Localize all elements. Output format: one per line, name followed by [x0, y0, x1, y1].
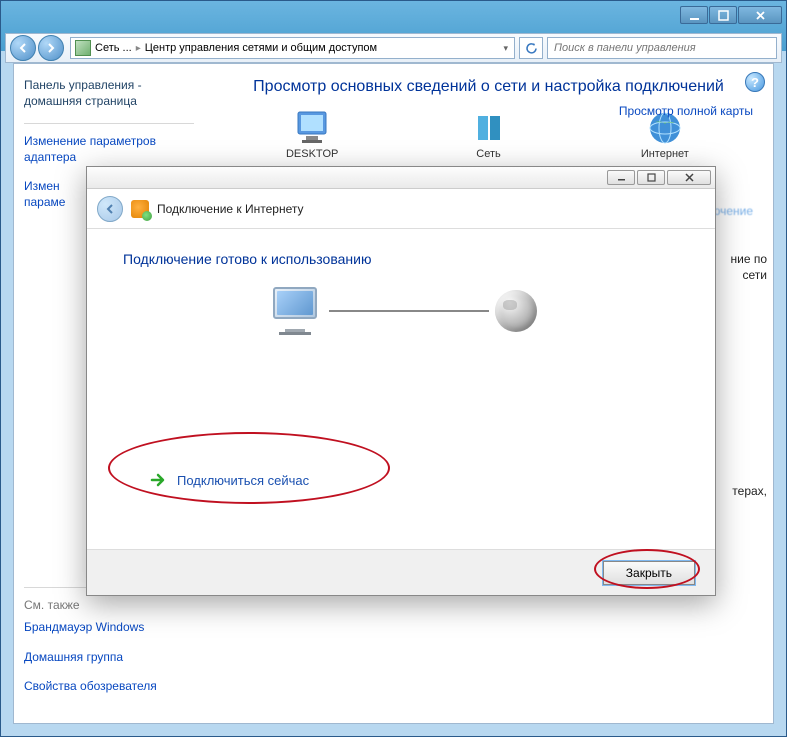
close-window-button[interactable] — [738, 6, 782, 24]
refresh-button[interactable] — [519, 37, 543, 59]
connect-now-link[interactable]: Подключиться сейчас — [143, 465, 679, 495]
address-bar: Сеть ... ▸ Центр управления сетями и общ… — [5, 33, 782, 63]
dialog-maximize-button[interactable] — [637, 170, 665, 185]
sidebar-adapter-link[interactable]: Изменение параметров адаптера — [24, 134, 194, 165]
dialog-header: Подключение к Интернету — [87, 189, 715, 229]
connection-wizard-dialog: Подключение к Интернету Подключение гото… — [86, 166, 716, 596]
dialog-back-button[interactable] — [97, 196, 123, 222]
breadcrumb[interactable]: Сеть ... ▸ Центр управления сетями и общ… — [70, 37, 515, 59]
connect-now-label: Подключиться сейчас — [177, 473, 309, 488]
dialog-minimize-button[interactable] — [607, 170, 635, 185]
connector-line — [329, 310, 489, 312]
breadcrumb-level2[interactable]: Центр управления сетями и общим доступом — [145, 42, 377, 54]
network-hub-icon — [468, 110, 508, 146]
sidebar-homegroup-link[interactable]: Домашняя группа — [24, 650, 194, 666]
sidebar-home-link[interactable]: Панель управления - домашняя страница — [24, 78, 194, 109]
search-input[interactable] — [547, 37, 777, 59]
sidebar-see-also-heading: См. также — [24, 598, 194, 612]
text-fragment: терах, — [732, 484, 767, 498]
dialog-footer: Закрыть — [87, 549, 715, 595]
help-button[interactable]: ? — [745, 72, 765, 92]
window-titlebar — [1, 1, 786, 29]
wizard-icon — [131, 200, 149, 218]
breadcrumb-level1[interactable]: Сеть ... — [95, 42, 132, 54]
nav-forward-button[interactable] — [38, 35, 64, 61]
computer-icon — [265, 287, 323, 335]
dialog-title: Подключение к Интернету — [157, 202, 304, 216]
network-icon — [75, 40, 91, 56]
dialog-titlebar — [87, 167, 715, 189]
dialog-close-x-button[interactable] — [667, 170, 711, 185]
computer-icon — [292, 110, 332, 146]
node-internet-label: Интернет — [615, 148, 715, 160]
page-title: Просмотр основных сведений о сети и наст… — [224, 78, 753, 96]
connection-diagram — [123, 287, 679, 335]
view-full-map-link[interactable]: Просмотр полной карты — [619, 104, 753, 118]
nav-back-button[interactable] — [10, 35, 36, 61]
close-button[interactable]: Закрыть — [603, 561, 695, 585]
arrow-right-icon — [149, 471, 167, 489]
chevron-down-icon[interactable]: ▾ — [501, 43, 510, 54]
dialog-body: Подключение готово к использованию Подкл… — [87, 229, 715, 507]
globe-icon — [495, 290, 537, 332]
chevron-right-icon: ▸ — [136, 43, 141, 54]
text-fragment: сети — [743, 268, 767, 282]
sidebar-internet-options-link[interactable]: Свойства обозревателя — [24, 679, 194, 695]
node-network-label: Сеть — [438, 148, 538, 160]
dialog-heading: Подключение готово к использованию — [123, 251, 679, 267]
minimize-button[interactable] — [680, 6, 708, 24]
sidebar-firewall-link[interactable]: Брандмауэр Windows — [24, 620, 194, 636]
node-desktop-label: DESKTOP — [262, 148, 362, 160]
maximize-button[interactable] — [709, 6, 737, 24]
text-fragment: ние по — [730, 252, 767, 266]
